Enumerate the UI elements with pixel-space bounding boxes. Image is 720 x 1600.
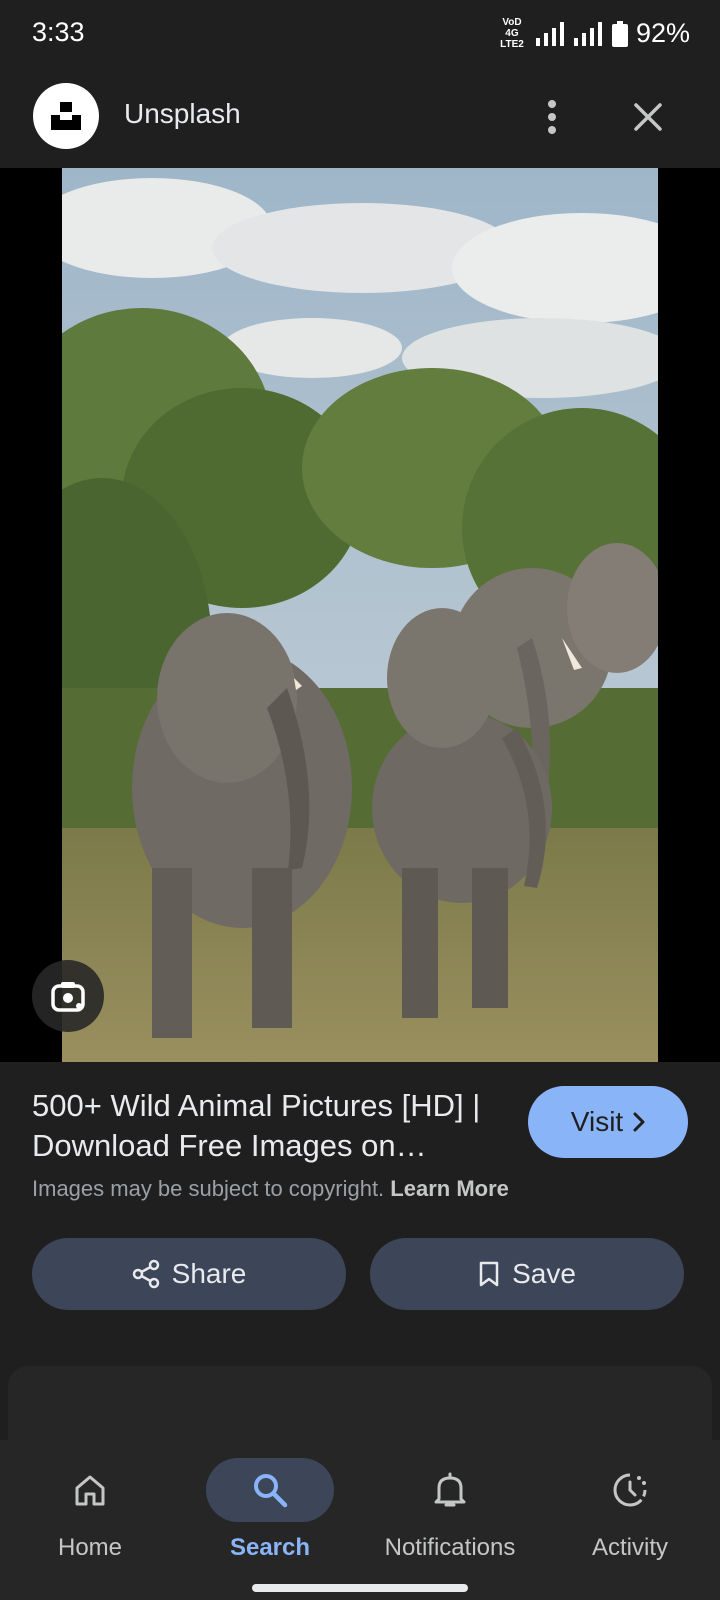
close-button[interactable] <box>626 94 670 140</box>
unsplash-logo-icon[interactable] <box>33 83 99 149</box>
more-vert-icon <box>548 100 556 134</box>
image-preview <box>0 168 720 1062</box>
chevron-right-icon <box>633 1112 645 1132</box>
google-lens-icon <box>51 982 85 1012</box>
share-icon <box>132 1259 159 1289</box>
nav-label-activity: Activity <box>591 1534 668 1561</box>
share-label: Share <box>171 1258 247 1289</box>
nav-label-search: Search <box>229 1534 311 1561</box>
battery-icon <box>611 20 628 47</box>
result-header: Unsplash <box>0 66 720 168</box>
nav-label-home: Home <box>57 1534 123 1561</box>
battery-percentage: 92% <box>635 18 690 48</box>
search-icon <box>254 1474 288 1508</box>
learn-more-link[interactable]: Learn More <box>390 1176 509 1201</box>
visit-button[interactable]: Visit <box>528 1086 688 1158</box>
close-icon <box>634 103 662 131</box>
save-label: Save <box>512 1258 576 1289</box>
activity-icon <box>613 1473 647 1507</box>
signal-icon-secondary <box>573 21 602 46</box>
nav-item-notifications[interactable]: Notifications <box>360 1450 540 1580</box>
gesture-bar[interactable] <box>252 1584 468 1592</box>
status-bar: 3:33 VoD 4G LTE2 92% <box>0 0 720 66</box>
bell-icon <box>434 1472 466 1507</box>
result-title[interactable]: 500+ Wild Animal Pictures [HD] | Downloa… <box>32 1086 506 1166</box>
network-type-label: VoD 4G LTE2 <box>500 17 524 50</box>
copyright-notice: Images may be subject to copyright. Lear… <box>32 1176 509 1202</box>
nav-item-home[interactable]: Home <box>0 1450 180 1580</box>
visit-label: Visit <box>570 1106 624 1137</box>
bottom-navigation: Home Search Notifications Activity <box>0 1440 720 1600</box>
share-button[interactable]: Share <box>32 1238 346 1310</box>
nav-item-activity[interactable]: Activity <box>540 1450 720 1580</box>
copyright-text: Images may be subject to copyright. <box>32 1176 385 1201</box>
elephants-photo[interactable] <box>62 168 658 1062</box>
site-name[interactable]: Unsplash <box>124 98 241 130</box>
more-options-button[interactable] <box>536 94 568 140</box>
next-result-card <box>8 1366 712 1446</box>
status-icons: VoD 4G LTE2 92% <box>496 17 690 50</box>
save-button[interactable]: Save <box>370 1238 684 1310</box>
nav-label-notifications: Notifications <box>384 1534 516 1561</box>
nav-item-search[interactable]: Search <box>180 1450 360 1580</box>
signal-icon <box>535 21 564 46</box>
bookmark-icon <box>479 1261 499 1287</box>
home-icon <box>75 1475 105 1506</box>
google-lens-button[interactable] <box>32 960 104 1032</box>
status-time: 3:33 <box>32 17 85 47</box>
